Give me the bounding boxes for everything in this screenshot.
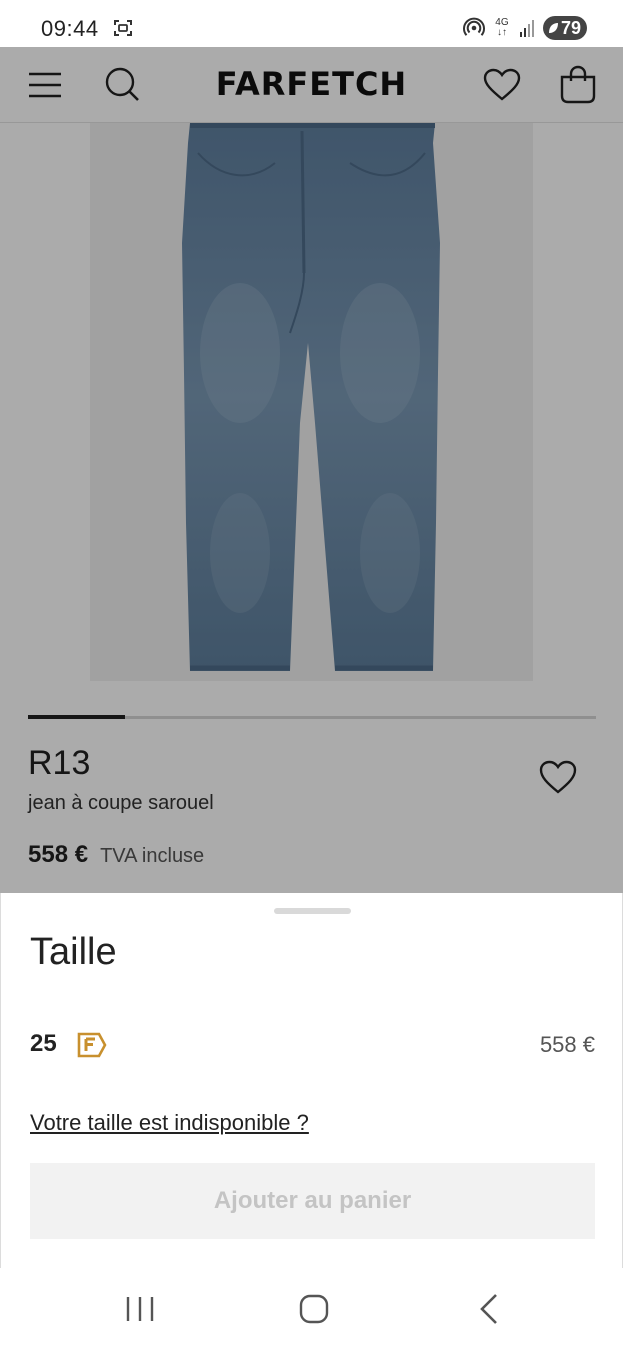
size-value: 25 <box>30 1030 57 1057</box>
screenshot-icon <box>114 20 132 36</box>
battery-level: 79 <box>560 17 581 38</box>
battery-saver-icon <box>548 23 558 33</box>
hotspot-icon <box>462 17 485 36</box>
battery-indicator: 79 <box>542 16 587 40</box>
add-to-cart-button[interactable]: Ajouter au panier <box>30 1163 595 1239</box>
size-option-row[interactable]: 25 558 € <box>30 1026 595 1066</box>
status-time: 09:44 <box>41 16 99 41</box>
size-bottom-sheet: Taille 25 558 € Votre taille est indispo… <box>0 893 623 1268</box>
system-nav-bar <box>0 1268 623 1350</box>
recent-apps-icon[interactable] <box>125 1295 155 1323</box>
status-bar: 09:44 4G ↓↑ 79 <box>0 0 623 47</box>
sheet-drag-handle[interactable] <box>274 908 351 914</box>
back-icon[interactable] <box>478 1293 500 1325</box>
home-icon[interactable] <box>298 1293 330 1325</box>
size-unavailable-link[interactable]: Votre taille est indisponible ? <box>30 1110 309 1136</box>
dim-overlay[interactable] <box>0 47 623 893</box>
network-type: 4G ↓↑ <box>495 17 509 38</box>
signal-icon <box>519 20 534 37</box>
size-price: 558 € <box>539 1032 595 1057</box>
farfetch-f-badge-icon <box>77 1032 107 1058</box>
size-sheet-title: Taille <box>30 931 117 973</box>
